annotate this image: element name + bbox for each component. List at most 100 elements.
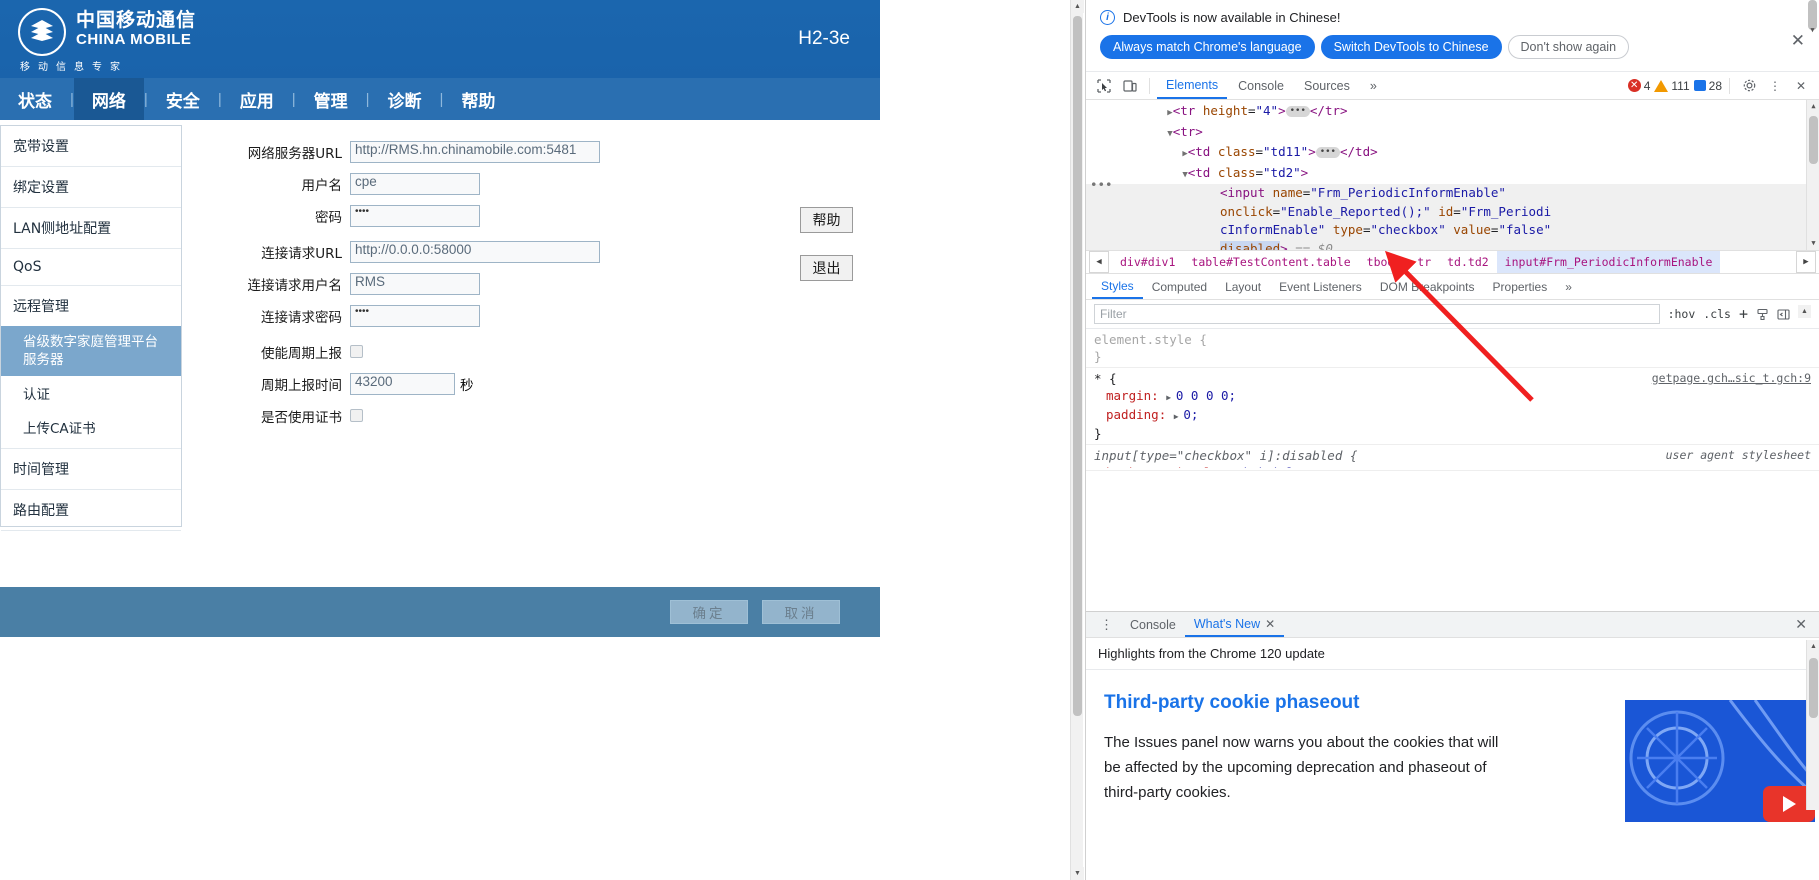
inspect-icon[interactable] [1092, 75, 1116, 97]
tab-layout[interactable]: Layout [1216, 274, 1270, 299]
breadcrumb-scroll-left[interactable]: ◀ [1089, 251, 1109, 273]
input-periodic-inform-interval[interactable]: 43200 [350, 372, 455, 395]
nav-item-security[interactable]: 安全 [148, 78, 218, 120]
dom-node-line[interactable]: cInformEnable" type="checkbox" value="fa… [1086, 221, 1819, 240]
breadcrumb-item-tbody[interactable]: tbody [1359, 251, 1410, 273]
message-count-badge[interactable]: 28 [1693, 79, 1722, 93]
dom-tree[interactable]: ▶<tr height="4"> ••• </tr> ▼<tr> ▶<td clas… [1086, 100, 1819, 250]
dom-node-line[interactable]: ▼<tr> [1086, 123, 1819, 144]
sidebar-item-authentication[interactable]: 认证 [1, 376, 181, 410]
close-icon[interactable]: ✕ [1791, 32, 1805, 49]
close-drawer-icon[interactable]: ✕ [1795, 616, 1813, 633]
kebab-menu-icon[interactable]: ⋮ [1092, 618, 1121, 631]
help-button[interactable]: 帮助 [800, 207, 853, 233]
rule-source-link[interactable]: getpage.gch…sic_t.gch:9 [1652, 370, 1811, 387]
scroll-down-arrow[interactable]: ▼ [1807, 237, 1819, 250]
cls-toggle[interactable]: .cls [1703, 307, 1731, 321]
drawer-tab-console[interactable]: Console [1121, 612, 1185, 637]
gear-icon[interactable] [1737, 75, 1761, 97]
scroll-down-arrow[interactable]: ▼ [1071, 867, 1084, 880]
dom-node-line[interactable]: disabled> == $0 [1086, 239, 1819, 250]
checkbox-periodic-inform-enable[interactable] [350, 345, 363, 358]
tab-dom-breakpoints[interactable]: DOM Breakpoints [1371, 274, 1484, 299]
breadcrumb-item-input[interactable]: input#Frm_PeriodicInformEnable [1496, 251, 1721, 273]
breadcrumb-item-div1[interactable]: div#div1 [1112, 251, 1183, 273]
input-acs-url[interactable]: http://RMS.hn.chinamobile.com:5481 [350, 140, 600, 163]
article-video-thumbnail[interactable] [1625, 700, 1815, 822]
nav-item-network[interactable]: 网络 [73, 78, 144, 120]
expand-arrow-icon[interactable]: ▶ [1174, 412, 1184, 421]
dom-node-line[interactable]: ▶<tr height="4"> ••• </tr> [1086, 102, 1819, 123]
tab-properties[interactable]: Properties [1484, 274, 1557, 299]
kebab-menu-icon[interactable]: ⋮ [1763, 75, 1787, 97]
nav-item-help[interactable]: 帮助 [443, 78, 513, 120]
rule-declaration[interactable]: margin: ▶ 0 0 0 0; [1094, 387, 1811, 406]
page-scrollbar-thumb[interactable] [1073, 16, 1082, 716]
sidebar-item-broadband[interactable]: 宽带设置 [1, 126, 181, 167]
form-row-acs-url: 网络服务器URL http://RMS.hn.chinamobile.com:5… [200, 140, 760, 163]
dom-node-line[interactable]: ▶<td class="td11"> ••• </td> [1086, 143, 1819, 164]
hov-toggle[interactable]: :hov [1668, 307, 1696, 321]
nav-item-status[interactable]: 状态 [0, 78, 70, 120]
more-tabs-icon[interactable]: » [1361, 73, 1386, 99]
tab-computed[interactable]: Computed [1143, 274, 1216, 299]
drawer-scrollbar-thumb[interactable] [1809, 658, 1818, 718]
new-style-rule-icon[interactable]: + [1739, 305, 1748, 323]
dont-show-again-button[interactable]: Don't show again [1507, 35, 1630, 59]
toggle-panel-icon[interactable] [1777, 308, 1790, 321]
rule-checkbox-disabled[interactable]: input[type="checkbox" i]:disabled { user… [1086, 445, 1819, 471]
scroll-up-arrow[interactable]: ▲ [1807, 640, 1819, 653]
filter-input[interactable]: Filter [1094, 304, 1660, 324]
device-toolbar-icon[interactable] [1118, 75, 1142, 97]
breadcrumb-item-table[interactable]: table#TestContent.table [1183, 251, 1358, 273]
input-connection-request-password[interactable]: •••• [350, 304, 480, 327]
sidebar-item-lan-address[interactable]: LAN侧地址配置 [1, 208, 181, 249]
breadcrumb-item-tr[interactable]: tr [1409, 251, 1439, 273]
sidebar-item-binding[interactable]: 绑定设置 [1, 167, 181, 208]
rule-declaration-clipped[interactable]: background-color: initial; [1094, 464, 1811, 468]
sidebar-item-qos[interactable]: QoS [1, 249, 181, 286]
cancel-button[interactable]: 取消 [762, 600, 840, 624]
ok-button[interactable]: 确定 [670, 600, 748, 624]
drawer-tab-whats-new[interactable]: What's New ✕ [1184, 612, 1285, 637]
close-icon[interactable]: ✕ [1265, 617, 1275, 631]
drawer-scrollbar[interactable]: ▲ [1806, 640, 1819, 810]
tab-sources[interactable]: Sources [1295, 73, 1359, 99]
sidebar-item-time-management[interactable]: 时间管理 [1, 449, 181, 491]
styles-more-tabs-icon[interactable]: » [1556, 274, 1581, 299]
input-username[interactable]: cpe [350, 172, 480, 195]
dom-node-line[interactable]: onclick="Enable_Reported();" id="Frm_Per… [1086, 202, 1819, 221]
tab-styles[interactable]: Styles [1092, 274, 1143, 299]
nav-item-management[interactable]: 管理 [296, 78, 366, 120]
dom-node-line[interactable]: <input name="Frm_PeriodicInformEnable" [1086, 184, 1819, 203]
sidebar-item-route-config[interactable]: 路由配置 [1, 490, 181, 532]
tab-elements[interactable]: Elements [1157, 73, 1228, 99]
sidebar-item-upload-ca-cert[interactable]: 上传CA证书 [1, 410, 181, 448]
rule-declaration[interactable]: padding: ▶ 0; [1094, 406, 1811, 425]
input-connection-request-url[interactable]: http://0.0.0.0:58000 [350, 240, 600, 263]
switch-to-chinese-button[interactable]: Switch DevTools to Chinese [1320, 35, 1502, 59]
input-password[interactable]: •••• [350, 204, 480, 227]
scroll-up-arrow[interactable]: ▲ [1071, 0, 1084, 13]
expand-arrow-icon[interactable]: ▶ [1166, 393, 1176, 402]
warning-count-badge[interactable]: 111 [1654, 79, 1690, 93]
rule-element-style[interactable]: element.style { } [1086, 329, 1819, 368]
input-connection-request-username[interactable]: RMS [350, 272, 480, 295]
rule-universal[interactable]: * { getpage.gch…sic_t.gch:9 margin: ▶ 0 … [1086, 368, 1819, 445]
breadcrumb-scroll-right[interactable]: ▶ [1796, 251, 1816, 273]
tab-event-listeners[interactable]: Event Listeners [1270, 274, 1371, 299]
breadcrumb-item-td[interactable]: td.td2 [1439, 251, 1497, 273]
sidebar-item-remote-management[interactable]: 远程管理 [1, 286, 181, 326]
tab-console[interactable]: Console [1229, 73, 1293, 99]
always-match-language-button[interactable]: Always match Chrome's language [1100, 35, 1315, 59]
checkbox-use-certificate[interactable] [350, 409, 363, 422]
sidebar-item-provincial-platform-server[interactable]: 省级数字家庭管理平台服务器 [1, 326, 181, 377]
page-scrollbar[interactable]: ▲ ▼ [1070, 0, 1084, 880]
nav-item-diagnostics[interactable]: 诊断 [370, 78, 440, 120]
logout-button[interactable]: 退出 [800, 255, 853, 281]
dom-node-line[interactable]: ▼<td class="td2"> [1086, 164, 1819, 185]
style-brush-icon[interactable] [1756, 308, 1769, 321]
styles-scroll-up[interactable]: ▲ [1798, 305, 1811, 323]
nav-item-application[interactable]: 应用 [222, 78, 292, 120]
error-count-badge[interactable]: ✕ 4 [1627, 79, 1650, 93]
